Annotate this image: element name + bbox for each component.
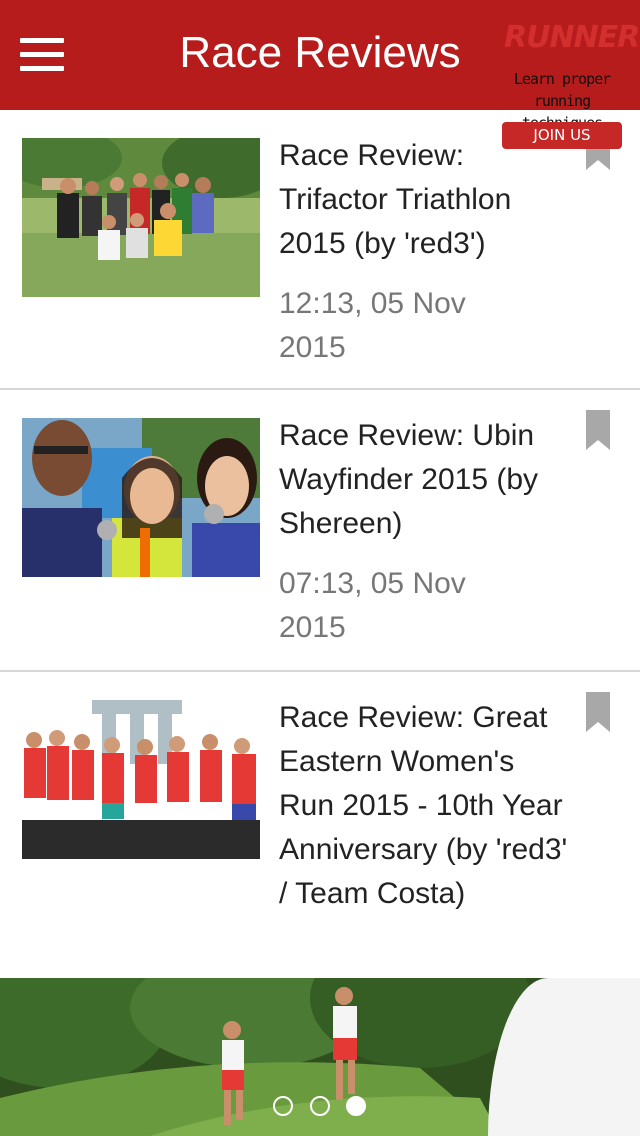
article-item[interactable]: Race Review: Great Eastern Women's Run 2… <box>0 672 640 978</box>
carousel-dot[interactable] <box>310 1096 330 1116</box>
article-thumbnail <box>22 138 260 297</box>
bookmark-icon[interactable] <box>586 692 610 732</box>
bookmark-icon[interactable] <box>586 410 610 450</box>
article-title[interactable]: Race Review: Ubin Wayfinder 2015 (by She… <box>279 414 575 546</box>
article-item[interactable]: Race Review: Trifactor Triathlon 2015 (b… <box>0 110 640 390</box>
carousel-dot[interactable] <box>273 1096 293 1116</box>
carousel-dot-active[interactable] <box>346 1096 366 1116</box>
article-thumbnail <box>22 418 260 577</box>
ad-logo: RUNNERS <box>504 20 640 55</box>
article-item[interactable]: Race Review: Ubin Wayfinder 2015 (by She… <box>0 390 640 672</box>
article-thumbnail <box>22 700 260 859</box>
join-us-button[interactable]: JOIN US <box>502 122 622 149</box>
carousel-pagination <box>273 1096 373 1118</box>
article-date: 07:13, 05 Nov 2015 <box>279 567 466 644</box>
article-date: 12:13, 05 Nov 2015 <box>279 287 466 364</box>
article-title[interactable]: Race Review: Great Eastern Women's Run 2… <box>279 696 575 916</box>
article-title[interactable]: Race Review: Trifactor Triathlon 2015 (b… <box>279 134 575 266</box>
